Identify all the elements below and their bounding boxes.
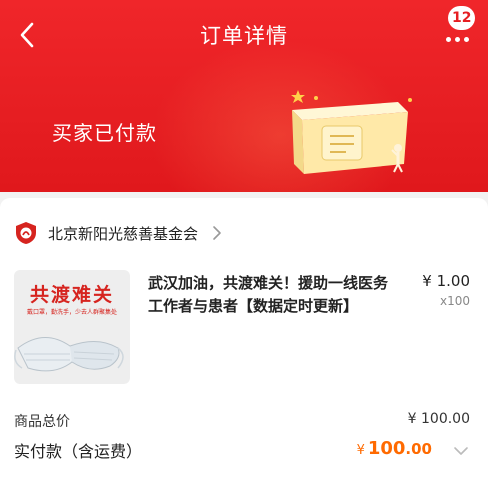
thumbnail-title: 共渡难关 [29,284,114,306]
unit-price: ¥ 1.00 [422,272,470,290]
face-mask-image [14,337,124,372]
notification-badge[interactable]: 12 [448,6,476,30]
chevron-right-icon [213,226,221,240]
paid-amount-value: ¥100.00 [330,438,432,459]
order-header: 订单详情 12 买家已付款 [0,0,488,192]
chevron-down-icon[interactable] [452,442,470,460]
more-button[interactable] [440,28,474,50]
product-title[interactable]: 武汉加油，共渡难关！援助一线医务工作者与患者【数据定时更新】 [148,272,398,318]
order-status: 买家已付款 [52,121,157,145]
charity-logo-icon [16,222,36,244]
paid-currency: ¥ [356,443,365,458]
paid-integer: 100 [367,438,406,459]
shop-name: 北京新阳光慈善基金会 [48,224,199,243]
shop-row[interactable]: 北京新阳光慈善基金会 [14,218,222,248]
product-thumbnail[interactable]: 共渡难关 戴口罩，勤洗手，少去人群聚集处 [14,270,130,384]
quantity: x100 [439,294,470,308]
paid-decimal: .00 [405,440,432,458]
paid-amount-label: 实付款（含运费） [14,442,143,461]
page-title: 订单详情 [200,24,288,48]
order-card: 北京新阳光慈善基金会 共渡难关 戴口罩，勤洗手，少去人群聚集处 武汉加油，共渡难… [0,198,488,487]
package-box-illustration [291,90,412,174]
goods-total-value: ¥ 100.00 [407,411,470,427]
thumbnail-subtitle: 戴口罩，勤洗手，少去人群聚集处 [26,309,117,316]
goods-total-label: 商品总价 [14,414,70,430]
more-dots-icon [444,36,471,42]
